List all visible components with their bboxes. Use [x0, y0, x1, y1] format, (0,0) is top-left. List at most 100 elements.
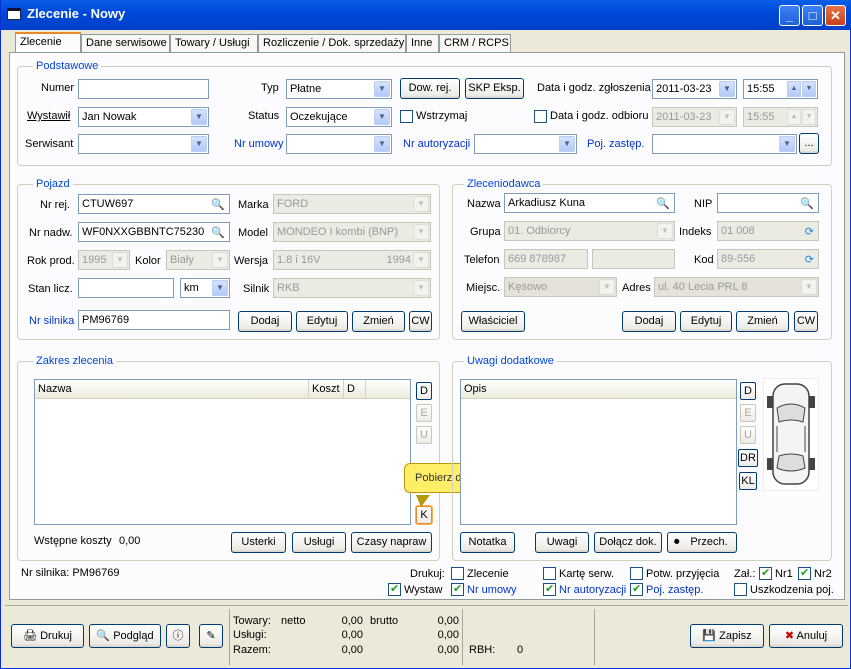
spin-down-icon[interactable]: ▼: [802, 81, 816, 97]
telefon-label: Telefon: [464, 254, 500, 266]
uszkodzenia-label: Uszkodzenia poj.: [750, 584, 834, 596]
search-icon[interactable]: 🔍: [211, 198, 225, 212]
uwagi-button[interactable]: Uwagi: [535, 532, 589, 553]
spin-up-icon[interactable]: ▲: [787, 81, 801, 97]
refresh-icon[interactable]: ⟳: [805, 253, 814, 267]
data-odbioru-time: 15:55 ▲ ▼: [743, 107, 818, 127]
refresh-icon[interactable]: ⟳: [805, 225, 814, 239]
drukuj-button[interactable]: 🖨 Drukuj: [11, 624, 84, 648]
przech-button[interactable]: ⏺ Przech.: [667, 532, 737, 553]
tab-rozliczenie[interactable]: Rozliczenie / Dok. sprzedaży: [258, 34, 406, 53]
maximize-button[interactable]: □: [802, 5, 823, 26]
pojazd-dodaj-button[interactable]: Dodaj: [238, 311, 292, 332]
indeks-input: 01 008 ⟳: [717, 221, 819, 241]
wlasciciel-button[interactable]: Właściciel: [461, 311, 525, 332]
print-potw-checkbox[interactable]: [630, 567, 643, 580]
anuluj-button[interactable]: ✖ Anuluj: [769, 624, 843, 648]
nr-autoryzacji-select[interactable]: ▼: [474, 134, 577, 154]
uslugi-button[interactable]: Usługi: [292, 532, 346, 553]
klient-zmien-button[interactable]: Zmień: [736, 311, 789, 332]
zal-nr1-checkbox[interactable]: [759, 566, 772, 580]
klient-dodaj-button[interactable]: Dodaj: [622, 311, 676, 332]
nazwa-input[interactable]: Arkadiusz Kuna 🔍: [504, 193, 675, 213]
uwagi-kl-button[interactable]: KL: [739, 472, 757, 490]
zakres-d-button[interactable]: D: [416, 382, 432, 400]
nr-umowy-label: Nr umowy: [234, 138, 284, 150]
col-opis[interactable]: Opis: [461, 380, 736, 399]
klient-edytuj-button[interactable]: Edytuj: [680, 311, 732, 332]
car-diagram-icon[interactable]: [763, 378, 819, 491]
chevron-down-icon: ▼: [191, 109, 207, 125]
wystawil-select[interactable]: Jan Nowak ▼: [78, 107, 209, 127]
poj-zastep-browse-button[interactable]: ...: [799, 133, 819, 154]
uwagi-grid[interactable]: Opis: [460, 379, 737, 525]
status-label: Status: [248, 110, 280, 122]
group-title-zleceniodawca: Zleceniodawca: [464, 178, 544, 190]
czasy-napraw-button[interactable]: Czasy napraw: [351, 532, 432, 553]
poj-zastep-select[interactable]: ▼: [652, 134, 797, 154]
stan-unit-select[interactable]: km ▼: [180, 278, 230, 298]
tab-inne[interactable]: Inne: [406, 34, 439, 53]
usterki-button[interactable]: Usterki: [231, 532, 286, 553]
nr-nadw-input[interactable]: WF0NXXGBBNTC75230 🔍: [78, 222, 230, 242]
nip-input[interactable]: 🔍: [717, 193, 819, 213]
save-icon: 💾: [702, 630, 717, 642]
search-icon[interactable]: 🔍: [656, 197, 670, 211]
print-karte-checkbox[interactable]: [543, 567, 556, 580]
attach-button[interactable]: ✎: [199, 624, 223, 648]
data-odbioru-checkbox[interactable]: [534, 110, 547, 123]
tab-crm-rcps[interactable]: CRM / RCPS: [439, 34, 511, 53]
col-d[interactable]: D: [344, 380, 366, 399]
wystaw-checkbox[interactable]: [388, 582, 401, 596]
nr-umowy-select[interactable]: ▼: [286, 134, 392, 154]
typ-select[interactable]: Płatne ▼: [286, 79, 392, 99]
towary-label: Towary:: [233, 615, 271, 627]
zakres-grid[interactable]: Nazwa Koszt D: [34, 379, 411, 525]
search-icon[interactable]: 🔍: [211, 226, 225, 240]
pojazd-zmien-button[interactable]: Zmień: [352, 311, 405, 332]
model-label: Model: [238, 227, 268, 239]
uwagi-dr-button[interactable]: DR: [738, 449, 758, 467]
chevron-down-icon: ▼: [191, 136, 207, 152]
tab-towary-uslugi[interactable]: Towary / Usługi: [170, 34, 258, 53]
data-zgloszenia-date-value: 2011-03-23: [656, 83, 712, 95]
close-button[interactable]: ✕: [825, 5, 846, 26]
podglad-button[interactable]: 🔍 Podgląd: [89, 624, 161, 648]
info-button[interactable]: ⓘ: [166, 624, 190, 648]
wstrzymaj-checkbox[interactable]: [400, 110, 413, 123]
nr-silnika-input[interactable]: PM96769: [78, 310, 230, 330]
pojazd-cw-button[interactable]: CW: [409, 311, 432, 332]
zapisz-button[interactable]: 💾 Zapisz: [690, 624, 764, 648]
uwagi-d-button[interactable]: D: [740, 382, 756, 400]
numer-input[interactable]: [78, 79, 209, 99]
dolacz-dok-button[interactable]: Dołącz dok.: [594, 532, 662, 553]
zakres-k-button[interactable]: K: [416, 506, 432, 524]
skp-eksp-button[interactable]: SKP Eksp.: [465, 78, 524, 99]
wystawil-value: Jan Nowak: [82, 111, 137, 123]
data-zgloszenia-date[interactable]: 2011-03-23 ▼: [652, 79, 737, 99]
col-koszt[interactable]: Koszt: [309, 380, 344, 399]
data-zgloszenia-time[interactable]: 15:55 ▲ ▼: [743, 79, 818, 99]
status-select[interactable]: Oczekujące ▼: [286, 107, 392, 127]
col-nazwa[interactable]: Nazwa: [35, 380, 309, 399]
uszkodzenia-checkbox[interactable]: [734, 583, 747, 596]
pojazd-edytuj-button[interactable]: Edytuj: [296, 311, 348, 332]
zal-nr2-checkbox[interactable]: [798, 566, 811, 580]
dow-rej-button[interactable]: Dow. rej.: [400, 78, 460, 99]
print-poj-zastep-checkbox[interactable]: [630, 582, 643, 596]
typ-value: Płatne: [290, 83, 322, 95]
stan-licz-input[interactable]: [78, 278, 174, 298]
print-nr-umowy-checkbox[interactable]: [451, 582, 464, 596]
silnik-value: RKB: [277, 282, 300, 294]
serwisant-select[interactable]: ▼: [78, 134, 209, 154]
tab-zlecenie[interactable]: Zlecenie: [15, 32, 81, 53]
klient-cw-button[interactable]: CW: [794, 311, 818, 332]
print-nr-autoryzacji-checkbox[interactable]: [543, 582, 556, 596]
silnik-select: RKB ▼: [273, 278, 431, 298]
print-zlecenie-checkbox[interactable]: [451, 567, 464, 580]
search-icon[interactable]: 🔍: [800, 197, 814, 211]
tab-dane-serwisowe[interactable]: Dane serwisowe: [81, 34, 170, 53]
nr-rej-input[interactable]: CTUW697 🔍: [78, 194, 230, 214]
notatka-button[interactable]: Notatka: [460, 532, 515, 553]
minimize-button[interactable]: _: [779, 5, 800, 26]
